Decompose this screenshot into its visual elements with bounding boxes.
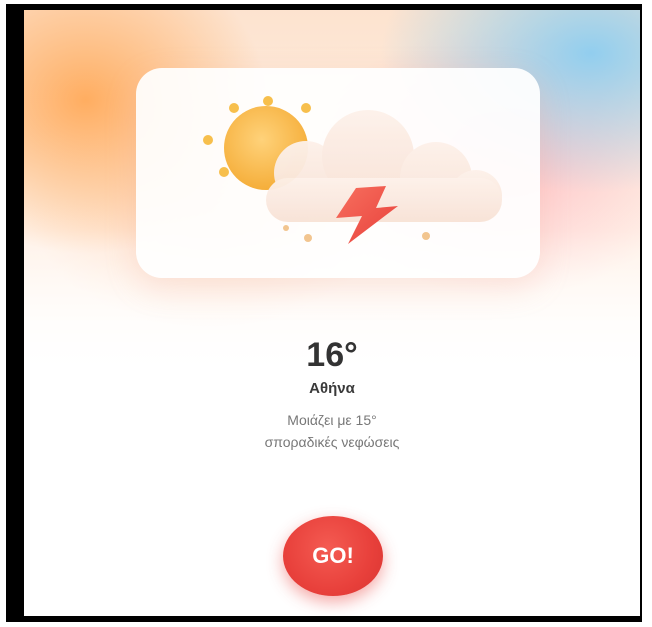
temperature-value: 16° [306, 336, 358, 374]
city-name: Αθήνα [309, 380, 355, 397]
weather-icon-card [136, 68, 540, 278]
feels-like-text: Μοιάζει με 15° [287, 412, 377, 428]
condition-text: σποραδικές νεφώσεις [264, 434, 400, 450]
app-screen: 16° Αθήνα Μοιάζει με 15° σποραδικές νεφώ… [24, 10, 640, 616]
go-button[interactable]: GO! [283, 516, 383, 596]
sun-cloud-lightning-icon [203, 96, 502, 244]
device-frame: 16° Αθήνα Μοιάζει με 15° σποραδικές νεφώ… [6, 4, 642, 622]
